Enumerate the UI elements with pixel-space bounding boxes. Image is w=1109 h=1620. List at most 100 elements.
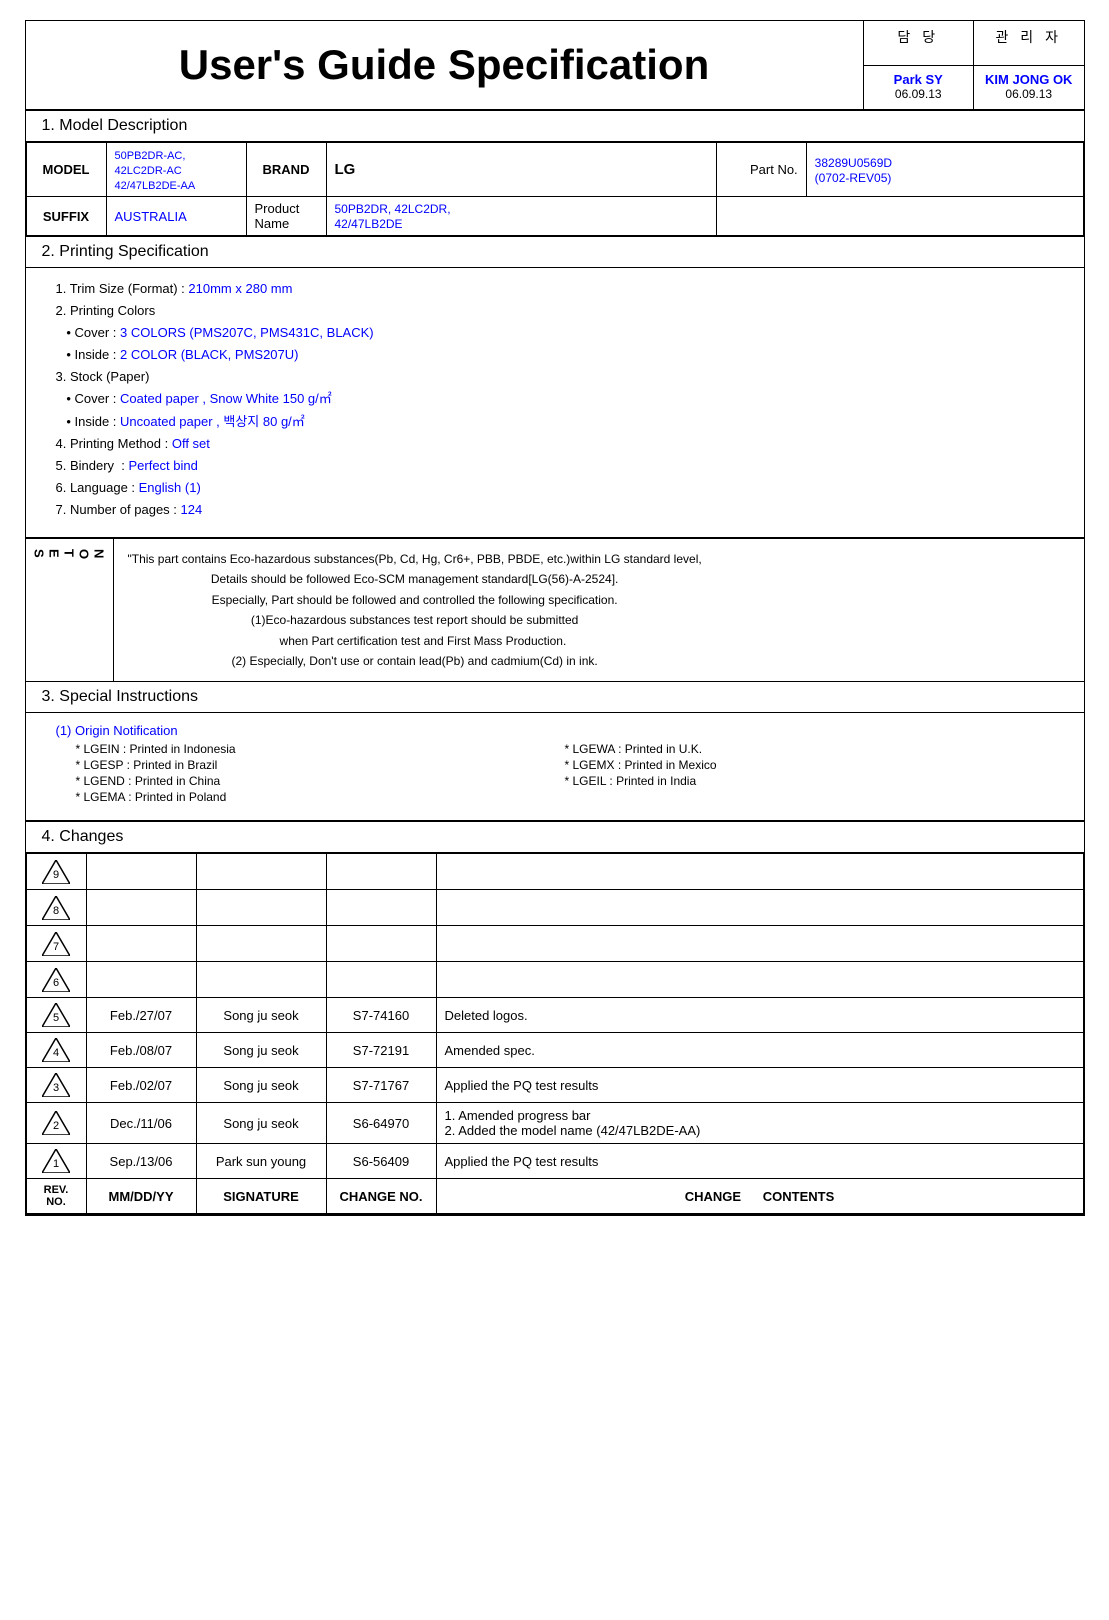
chgno-5: S7-74160 [326,998,436,1033]
footer-change-contents: CHANGE CONTENTS [436,1179,1083,1214]
section-printing: 2. Printing Specification 1. Trim Size (… [26,237,1084,539]
rev-6: 6 [26,962,86,998]
model-value: 50PB2DR-AC,42LC2DR-AC42/47LB2DE-AA [106,143,246,197]
person-right-name: KIM JONG OK [978,72,1080,87]
print-method: Off set [172,436,210,451]
footer-chgno: CHANGE NO. [326,1179,436,1214]
product-name-label: Product Name [246,197,326,236]
person-right: KIM JONG OK 06.09.13 [974,66,1084,110]
notes-content: "This part contains Eco-hazardous substa… [114,539,716,681]
chgno-8 [326,890,436,926]
spec-item-5: 3. Stock (Paper) [56,366,1054,388]
change-row-9: 9 [26,854,1083,890]
rev-2: 2 [26,1103,86,1144]
page-container: User's Guide Specification 담 당 관 리 자 Par… [25,20,1085,1216]
header-label-left: 담 당 [864,21,975,65]
chgno-4: S7-72191 [326,1033,436,1068]
sig-7 [196,926,326,962]
chgno-2: S6-64970 [326,1103,436,1144]
bindery: Perfect bind [128,458,197,473]
origin-lgesp: * LGESP : Printed in Brazil [76,758,565,772]
origin-lgemx: * LGEMX : Printed in Mexico [565,758,1054,772]
person-right-date: 06.09.13 [978,87,1080,101]
header-meta-persons-row: Park SY 06.09.13 KIM JONG OK 06.09.13 [864,66,1084,110]
content-2: 1. Amended progress bar2. Added the mode… [436,1103,1083,1144]
change-row-4: 4 Feb./08/07 Song ju seok S7-72191 Amend… [26,1033,1083,1068]
content-7 [436,926,1083,962]
rev-1: 1 [26,1144,86,1179]
model-label: MODEL [26,143,106,197]
change-row-3: 3 Feb./02/07 Song ju seok S7-71767 Appli… [26,1068,1083,1103]
cover-paper: Coated paper , Snow White 150 g/㎡ [120,391,332,406]
spec-item-1: 1. Trim Size (Format) : 210mm x 280 mm [56,278,1054,300]
brand-value: LG [326,143,716,197]
spec-item-11: 7. Number of pages : 124 [56,499,1054,521]
person-left: Park SY 06.09.13 [864,66,975,110]
rev-8: 8 [26,890,86,926]
date-6 [86,962,196,998]
footer-date: MM/DD/YY [86,1179,196,1214]
content-5: Deleted logos. [436,998,1083,1033]
print-spec-content: 1. Trim Size (Format) : 210mm x 280 mm 2… [26,268,1084,538]
content-8 [436,890,1083,926]
origin-lgeil: * LGEIL : Printed in India [565,774,1054,788]
cover-colors: 3 COLORS (PMS207C, PMS431C, BLACK) [120,325,374,340]
section-changes: 4. Changes 9 [26,822,1084,1215]
change-row-1: 1 Sep./13/06 Park sun young S6-56409 App… [26,1144,1083,1179]
spec-item-4: • Inside : 2 COLOR (BLACK, PMS207U) [56,344,1054,366]
footer-sig: SIGNATURE [196,1179,326,1214]
rev-5: 5 [26,998,86,1033]
spec-item-8: 4. Printing Method : Off set [56,433,1054,455]
changes-table: 9 8 [26,853,1084,1214]
inside-paper: Uncoated paper , 백상지 80 g/㎡ [120,414,305,429]
chgno-1: S6-56409 [326,1144,436,1179]
footer-rev: REV.NO. [26,1179,86,1214]
trim-size: 210mm x 280 mm [188,281,292,296]
sig-3: Song ju seok [196,1068,326,1103]
change-row-6: 6 [26,962,1083,998]
part-no-label: Part No. [716,143,806,197]
footer-change-label: CHANGE [685,1189,741,1204]
date-3: Feb./02/07 [86,1068,196,1103]
origin-lgein: * LGEIN : Printed in Indonesia [76,742,565,756]
chgno-6 [326,962,436,998]
brand-label: BRAND [246,143,326,197]
section1-header: 1. Model Description [26,111,1084,142]
sig-8 [196,890,326,926]
spec-item-7: • Inside : Uncoated paper , 백상지 80 g/㎡ [56,411,1054,433]
change-row-7: 7 [26,926,1083,962]
language: English (1) [139,480,201,495]
origin-title: (1) Origin Notification [56,723,1054,738]
spec-item-3: • Cover : 3 COLORS (PMS207C, PMS431C, BL… [56,322,1054,344]
section-special: 3. Special Instructions (1) Origin Notif… [26,682,1084,822]
change-row-5: 5 Feb./27/07 Song ju seok S7-74160 Delet… [26,998,1083,1033]
model-row: MODEL 50PB2DR-AC,42LC2DR-AC42/47LB2DE-AA… [26,143,1083,197]
origin-notification-label: (1) Origin Notification [56,723,178,738]
rev-7: 7 [26,926,86,962]
rev-4: 4 [26,1033,86,1068]
label-right-text: 관 리 자 [996,29,1062,45]
label-left-text: 담 당 [897,29,939,45]
section2-header: 2. Printing Specification [26,237,1084,268]
date-1: Sep./13/06 [86,1144,196,1179]
header: User's Guide Specification 담 당 관 리 자 Par… [26,21,1084,111]
suffix-text: AUSTRALIA [115,209,187,224]
origin-lgewa: * LGEWA : Printed in U.K. [565,742,1054,756]
person-left-date: 06.09.13 [868,87,970,101]
product-name-value: 50PB2DR, 42LC2DR,42/47LB2DE [326,197,716,236]
suffix-row: SUFFIX AUSTRALIA Product Name 50PB2DR, 4… [26,197,1083,236]
date-2: Dec./11/06 [86,1103,196,1144]
rev-9: 9 [26,854,86,890]
change-row-2: 2 Dec./11/06 Song ju seok S6-64970 1. Am… [26,1103,1083,1144]
date-8 [86,890,196,926]
page-title: User's Guide Specification [26,21,864,109]
model-table: MODEL 50PB2DR-AC,42LC2DR-AC42/47LB2DE-AA… [26,142,1084,236]
origins-grid: * LGEIN : Printed in Indonesia * LGEWA :… [76,742,1054,804]
sig-9 [196,854,326,890]
chgno-7 [326,926,436,962]
suffix-label: SUFFIX [26,197,106,236]
date-9 [86,854,196,890]
section4-header: 4. Changes [26,822,1084,853]
header-meta-labels-row: 담 당 관 리 자 [864,21,1084,66]
sig-4: Song ju seok [196,1033,326,1068]
